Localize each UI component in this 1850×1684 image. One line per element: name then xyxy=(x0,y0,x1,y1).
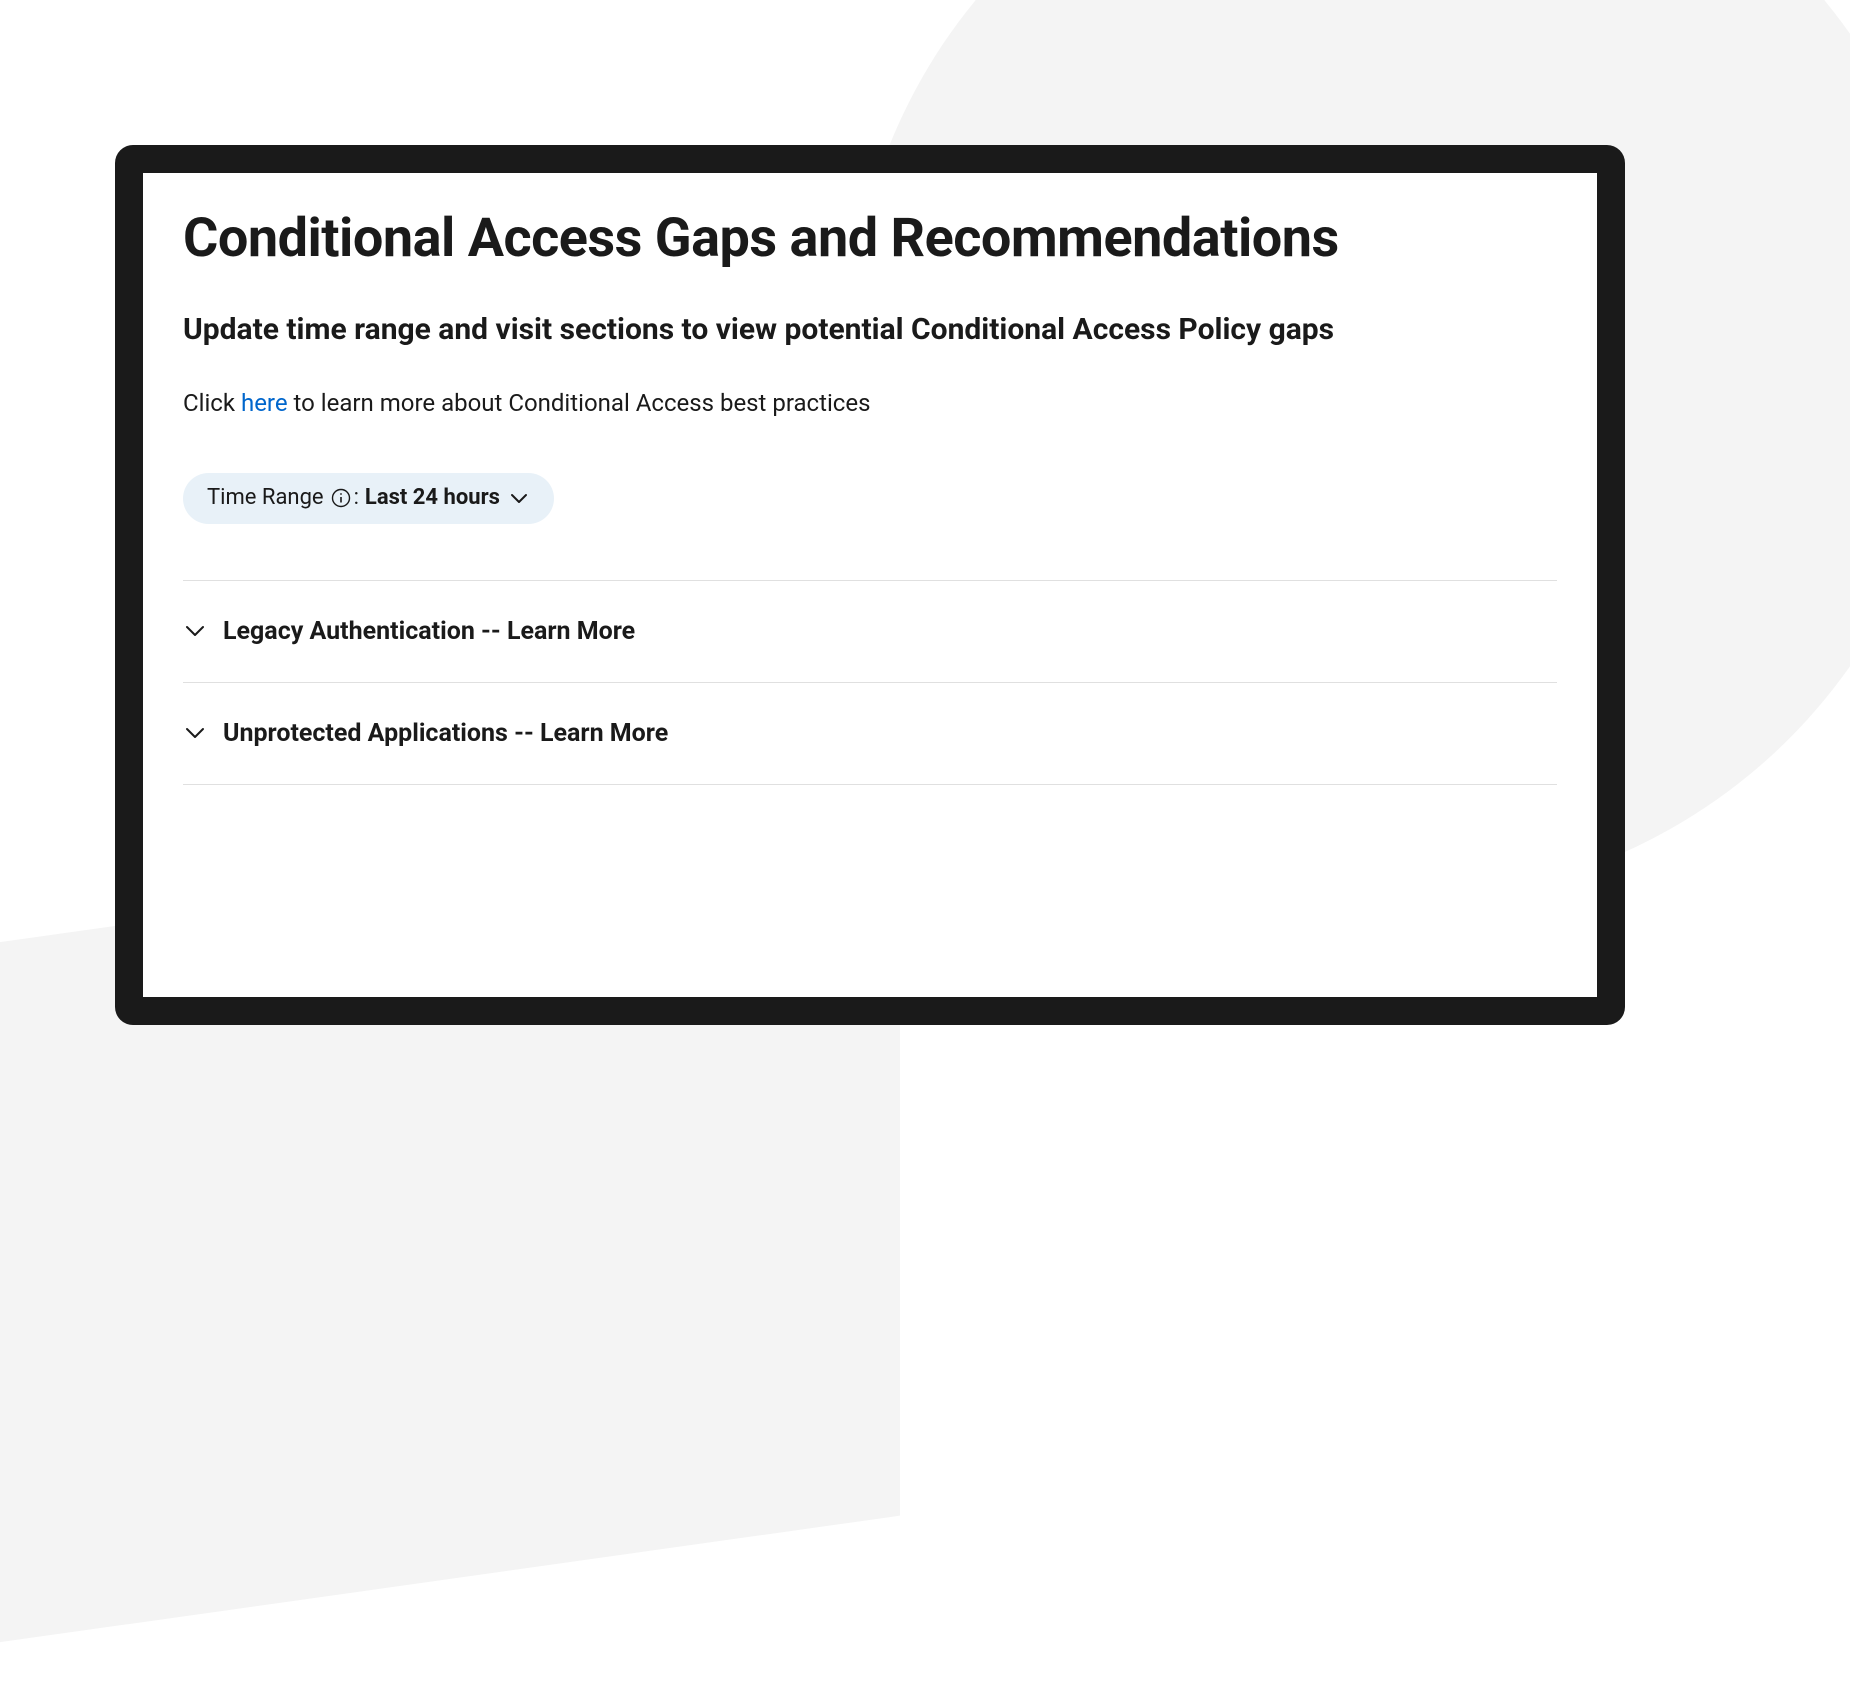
help-text-prefix: Click xyxy=(183,389,241,417)
chevron-down-icon xyxy=(185,625,205,638)
time-range-value: Last 24 hours xyxy=(365,483,500,514)
help-text: Click here to learn more about Condition… xyxy=(183,389,1557,417)
page-subtitle: Update time range and visit sections to … xyxy=(183,312,1557,347)
section-title: Legacy Authentication -- Learn More xyxy=(223,617,635,646)
section-legacy-authentication[interactable]: Legacy Authentication -- Learn More xyxy=(183,580,1557,682)
time-range-filter[interactable]: Time Range : Last 24 hours xyxy=(183,473,554,524)
help-text-suffix: to learn more about Conditional Access b… xyxy=(288,389,871,417)
time-range-label: Time Range xyxy=(207,483,324,514)
info-icon xyxy=(330,487,352,509)
chevron-down-icon xyxy=(510,492,528,504)
sections-list: Legacy Authentication -- Learn More Unpr… xyxy=(183,580,1557,785)
card-content: Conditional Access Gaps and Recommendati… xyxy=(143,173,1597,997)
chevron-down-icon xyxy=(185,727,205,740)
time-range-separator: : xyxy=(354,483,359,514)
page-title: Conditional Access Gaps and Recommendati… xyxy=(183,207,1557,270)
section-unprotected-applications[interactable]: Unprotected Applications -- Learn More xyxy=(183,682,1557,785)
device-frame: Conditional Access Gaps and Recommendati… xyxy=(115,145,1625,1025)
help-link[interactable]: here xyxy=(241,389,288,417)
section-title: Unprotected Applications -- Learn More xyxy=(223,719,668,748)
